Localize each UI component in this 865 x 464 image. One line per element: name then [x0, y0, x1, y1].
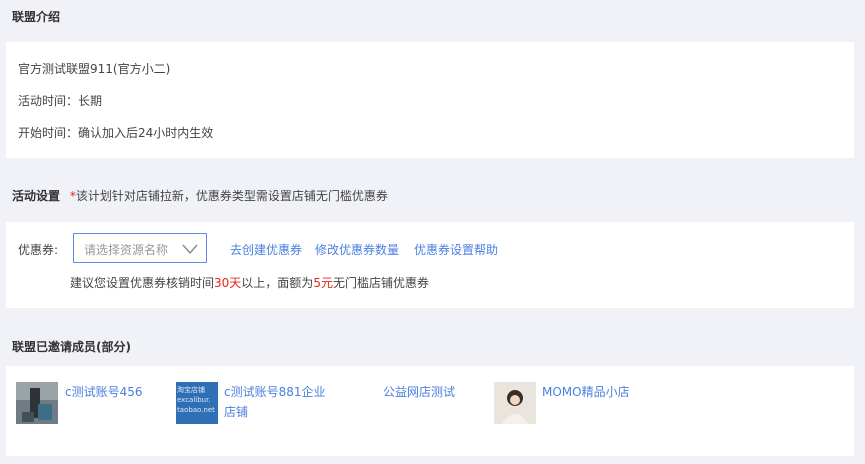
member-item[interactable]: 公益网店测试 — [383, 382, 493, 427]
coupon-card: 优惠券: 请选择资源名称 去创建优惠券 修改优惠券数量 优惠券设置帮助 建议您设… — [6, 222, 854, 308]
member-name-line: c测试账号881企业 — [224, 385, 326, 399]
member-avatar — [16, 382, 58, 424]
hint-suffix: 无门槛店铺优惠券 — [332, 276, 429, 290]
member-item[interactable]: MOMO精品小店 — [494, 382, 664, 427]
shop-logo-line: excalibur. — [177, 396, 211, 404]
member-name[interactable]: c测试账号456 — [65, 382, 143, 402]
start-time-value: 确认加入后24小时内生效 — [78, 126, 214, 140]
coupon-help-link[interactable]: 优惠券设置帮助 — [414, 241, 498, 258]
member-shop-logo: 淘宝店铺 excalibur. taobao.net — [176, 382, 218, 424]
member-avatar — [494, 382, 536, 424]
hint-mid: 以上，面额为 — [241, 276, 314, 290]
member-name[interactable]: 公益网店测试 — [383, 382, 455, 402]
shop-logo-line: 淘宝店铺 — [177, 386, 205, 394]
start-time: 开始时间：确认加入后24小时内生效 — [18, 124, 213, 141]
alliance-name: 官方测试联盟911(官方小二) — [18, 62, 171, 76]
select-placeholder: 请选择资源名称 — [84, 243, 169, 257]
members-card: c测试账号456 淘宝店铺 excalibur. taobao.net c测试账… — [6, 366, 854, 456]
activity-time-label: 活动时间： — [18, 94, 79, 108]
activity-time: 活动时间：长期 — [18, 92, 102, 109]
settings-header: 活动设置 *该计划针对店铺拉新，优惠券类型需设置店铺无门槛优惠券 — [12, 187, 388, 204]
settings-title: 活动设置 — [12, 189, 61, 203]
member-name[interactable]: MOMO精品小店 — [542, 382, 630, 402]
shop-logo-line: taobao.net — [177, 406, 215, 414]
members-title: 联盟已邀请成员(部分) — [12, 340, 131, 354]
chevron-down-icon — [182, 244, 198, 254]
edit-coupon-quantity-link[interactable]: 修改优惠券数量 — [315, 241, 399, 258]
start-time-label: 开始时间： — [18, 126, 79, 140]
coupon-resource-select[interactable]: 请选择资源名称 — [73, 233, 207, 263]
settings-note: 该计划针对店铺拉新，优惠券类型需设置店铺无门槛优惠券 — [75, 189, 388, 203]
member-name-line: 店铺 — [224, 405, 249, 419]
member-item[interactable]: c测试账号456 — [16, 382, 166, 427]
hint-prefix: 建议您设置优惠券核销时间 — [70, 276, 215, 290]
coupon-hint: 建议您设置优惠券核销时间30天以上，面额为5元无门槛店铺优惠券 — [70, 274, 429, 291]
member-item[interactable]: 淘宝店铺 excalibur. taobao.net c测试账号881企业 店铺 — [176, 382, 366, 427]
member-name[interactable]: c测试账号881企业 店铺 — [224, 382, 326, 422]
hint-amount: 5元 — [313, 276, 333, 290]
create-coupon-link[interactable]: 去创建优惠券 — [230, 241, 302, 258]
intro-card: 官方测试联盟911(官方小二) 活动时间：长期 开始时间：确认加入后24小时内生… — [6, 42, 854, 158]
coupon-label: 优惠券: — [18, 243, 59, 257]
hint-days: 30天 — [214, 276, 242, 290]
activity-time-value: 长期 — [78, 94, 103, 108]
intro-title: 联盟介绍 — [12, 10, 61, 24]
